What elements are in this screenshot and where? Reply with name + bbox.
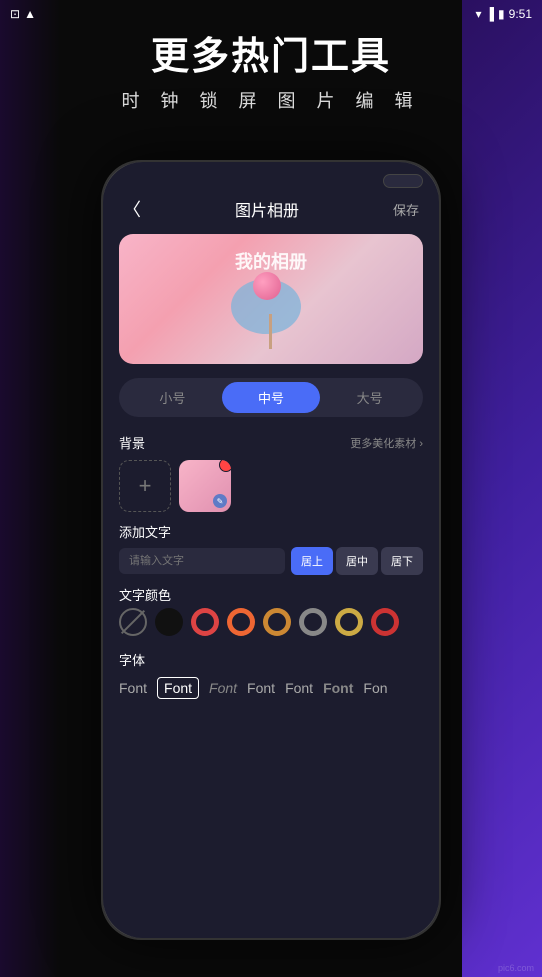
lollipop-decoration <box>231 264 311 354</box>
lollipop-stick <box>269 314 272 349</box>
add-background-button[interactable]: + <box>119 460 171 512</box>
color-orange-option[interactable] <box>227 608 255 636</box>
notification-icon: ▲ <box>24 7 36 21</box>
position-middle-button[interactable]: 居中 <box>336 547 378 575</box>
background-label: 背景 <box>119 433 145 452</box>
bg-left-gradient <box>0 0 60 977</box>
preview-card: 我的相册 <box>119 234 423 364</box>
color-label: 文字颜色 <box>119 585 423 604</box>
status-left: ⊡ ▲ <box>10 7 36 21</box>
color-palette <box>119 604 423 640</box>
font-item-1[interactable]: Font <box>119 680 147 696</box>
badge <box>219 460 231 472</box>
size-small-button[interactable]: 小号 <box>123 382 222 413</box>
lollipop-ball <box>253 272 281 300</box>
font-row: Font Font Font Font Font Font Fon <box>119 677 423 699</box>
color-section: 文字颜色 <box>103 579 439 644</box>
sub-title: 时 钟 锁 屏 图 片 编 辑 <box>0 87 542 113</box>
color-red-option[interactable] <box>191 608 219 636</box>
bg-right-gradient <box>462 0 542 977</box>
font-item-7[interactable]: Fon <box>363 680 387 696</box>
title-section: 更多热门工具 时 钟 锁 屏 图 片 编 辑 <box>0 35 542 113</box>
color-none-option[interactable] <box>119 608 147 636</box>
color-black-option[interactable] <box>155 608 183 636</box>
color-gray-option[interactable] <box>299 608 327 636</box>
status-bar: ⊡ ▲ ▾ ▐ ▮ 9:51 <box>0 0 542 28</box>
text-input[interactable] <box>119 548 285 574</box>
text-input-row: 居上 居中 居下 <box>119 547 423 575</box>
color-gold-option[interactable] <box>263 608 291 636</box>
font-item-6[interactable]: Font <box>323 680 353 696</box>
signal-icon: ▐ <box>486 7 495 21</box>
edit-icon: ✎ <box>213 494 227 508</box>
font-item-5[interactable]: Font <box>285 680 313 696</box>
position-top-button[interactable]: 居上 <box>291 547 333 575</box>
font-item-4[interactable]: Font <box>247 680 275 696</box>
save-button[interactable]: 保存 <box>393 200 419 219</box>
time-display: 9:51 <box>509 7 532 21</box>
background-section: 背景 更多美化素材 › + ✎ <box>103 427 439 516</box>
text-position-buttons: 居上 居中 居下 <box>291 547 423 575</box>
nav-bar: 〈 图片相册 保存 <box>103 192 439 230</box>
font-label: 字体 <box>119 650 423 669</box>
font-item-3[interactable]: Font <box>209 680 237 696</box>
more-materials-link[interactable]: 更多美化素材 › <box>350 435 423 451</box>
phone-mockup: 〈 图片相册 保存 我的相册 小号 中号 大号 背景 更多美化素材 › <box>101 160 441 940</box>
add-text-section: 添加文字 居上 居中 居下 <box>103 516 439 579</box>
battery-icon: ▮ <box>498 7 505 21</box>
main-title: 更多热门工具 <box>0 35 542 81</box>
add-text-label: 添加文字 <box>119 522 423 541</box>
font-item-2[interactable]: Font <box>157 677 199 699</box>
nav-title: 图片相册 <box>235 197 299 221</box>
back-button[interactable]: 〈 <box>123 196 141 222</box>
status-right: ▾ ▐ ▮ 9:51 <box>475 7 532 21</box>
color-darkred-option[interactable] <box>371 608 399 636</box>
background-section-header: 背景 更多美化素材 › <box>119 433 423 452</box>
phone-inner: 〈 图片相册 保存 我的相册 小号 中号 大号 背景 更多美化素材 › <box>103 162 439 938</box>
size-large-button[interactable]: 大号 <box>320 382 419 413</box>
background-item[interactable]: ✎ <box>179 460 231 512</box>
phone-top <box>103 162 439 192</box>
font-section: 字体 Font Font Font Font Font Font Fon <box>103 644 439 705</box>
position-bottom-button[interactable]: 居下 <box>381 547 423 575</box>
size-medium-button[interactable]: 中号 <box>222 382 321 413</box>
watermark: pic6.com <box>498 963 534 973</box>
size-selector: 小号 中号 大号 <box>119 378 423 417</box>
phone-camera <box>383 174 423 188</box>
android-icon: ⊡ <box>10 7 20 21</box>
wifi-icon: ▾ <box>475 7 481 21</box>
color-yellow-option[interactable] <box>335 608 363 636</box>
background-items: + ✎ <box>119 460 423 512</box>
